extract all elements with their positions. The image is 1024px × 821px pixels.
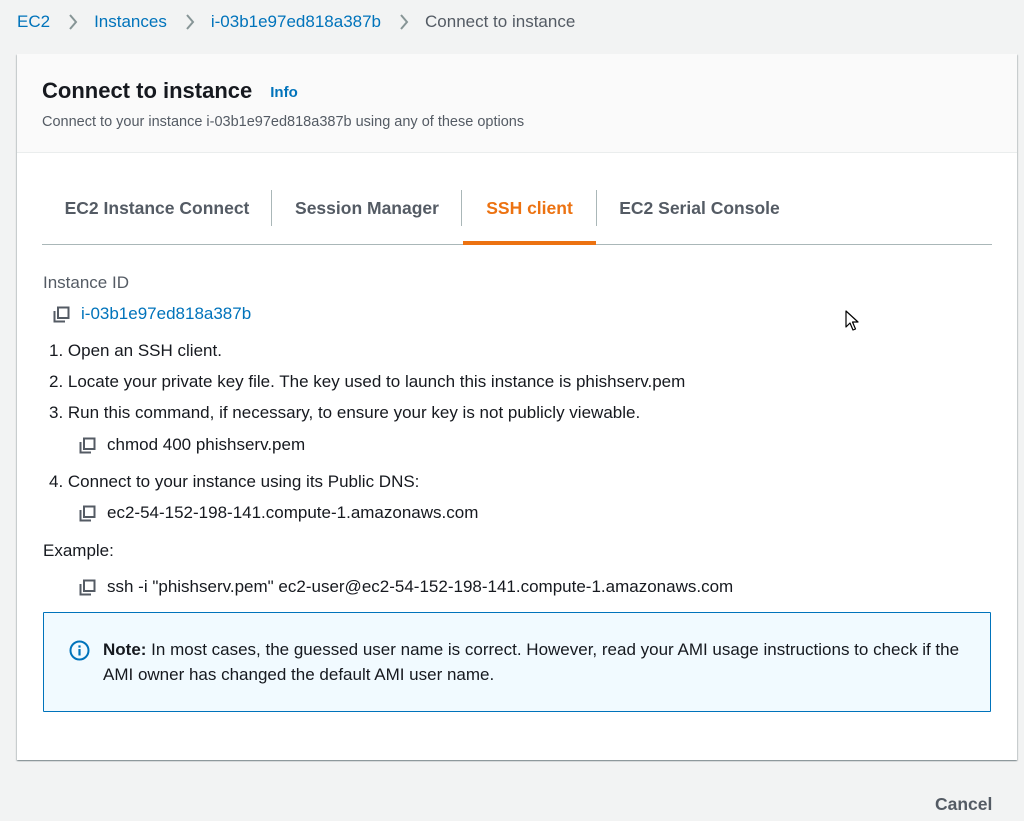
tab-label: SSH client	[486, 198, 573, 218]
ssh-example-row: ssh -i "phishserv.pem" ec2-user@ec2-54-1…	[79, 577, 733, 597]
public-dns-value: ec2-54-152-198-141.compute-1.amazonaws.c…	[107, 503, 479, 522]
breadcrumb-current: Connect to instance	[425, 12, 576, 31]
page-title: Connect to instance	[42, 78, 253, 103]
info-link[interactable]: Info	[270, 84, 298, 101]
copy-icon[interactable]	[79, 437, 96, 454]
chmod-command-row: chmod 400 phishserv.pem	[79, 435, 305, 455]
tab-label: EC2 Serial Console	[619, 198, 780, 218]
example-label: Example:	[43, 541, 114, 560]
info-alert: Note: In most cases, the guessed user na…	[43, 612, 991, 712]
instance-id-link[interactable]: i-03b1e97ed818a387b	[81, 304, 251, 324]
tab-label: Session Manager	[295, 198, 439, 218]
instance-id-row: i-03b1e97ed818a387b	[53, 304, 251, 324]
chevron-right-icon	[185, 14, 195, 30]
step-4: 4. Connect to your instance using its Pu…	[49, 472, 420, 491]
public-dns-row: ec2-54-152-198-141.compute-1.amazonaws.c…	[79, 503, 478, 523]
copy-icon[interactable]	[79, 579, 96, 596]
cancel-button[interactable]: Cancel	[935, 794, 992, 815]
breadcrumb-link-instance-id[interactable]: i-03b1e97ed818a387b	[211, 12, 381, 32]
connect-card: Connect to instance Info Connect to your…	[17, 54, 1017, 760]
tab-ec2-serial-console[interactable]: EC2 Serial Console	[597, 187, 802, 244]
chevron-right-icon	[399, 14, 409, 30]
note-bold-label: Note:	[103, 640, 147, 659]
copy-icon[interactable]	[53, 306, 70, 323]
breadcrumb-link-ec2[interactable]: EC2	[17, 12, 50, 32]
step-1: 1. Open an SSH client.	[49, 341, 222, 360]
copy-icon[interactable]	[79, 505, 96, 522]
connect-method-tabs: EC2 Instance Connect Session Manager SSH…	[42, 187, 992, 245]
info-circle-icon	[69, 640, 90, 661]
tab-ssh-client[interactable]: SSH client	[462, 187, 597, 245]
note-text: In most cases, the guessed user name is …	[103, 640, 960, 684]
mouse-cursor-icon	[845, 310, 859, 331]
instance-id-label: Instance ID	[43, 273, 129, 292]
tab-ec2-instance-connect[interactable]: EC2 Instance Connect	[42, 187, 272, 244]
card-header: Connect to instance Info Connect to your…	[17, 54, 1017, 153]
chmod-command: chmod 400 phishserv.pem	[107, 435, 306, 454]
chevron-right-icon	[68, 14, 78, 30]
step-3: 3. Run this command, if necessary, to en…	[49, 403, 641, 422]
breadcrumb-link-instances[interactable]: Instances	[94, 12, 167, 32]
ssh-example-command: ssh -i "phishserv.pem" ec2-user@ec2-54-1…	[107, 577, 734, 596]
tab-session-manager[interactable]: Session Manager	[272, 187, 462, 244]
step-2: 2. Locate your private key file. The key…	[49, 372, 686, 391]
breadcrumb: EC2 Instances i-03b1e97ed818a387b Connec…	[17, 10, 575, 34]
page-description: Connect to your instance i-03b1e97ed818a…	[42, 114, 525, 130]
tab-label: EC2 Instance Connect	[64, 198, 250, 218]
